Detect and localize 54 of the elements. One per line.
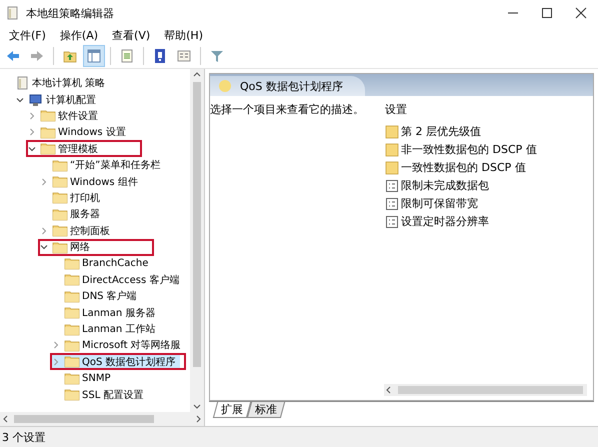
menu-item[interactable]: 帮助(H) [157, 28, 210, 42]
tree-item[interactable]: Windows 组件 [38, 174, 142, 190]
setting-icon [385, 196, 399, 210]
toolbar-button[interactable] [83, 45, 105, 67]
vertical-scrollbar[interactable] [190, 69, 204, 412]
tree-item[interactable]: QoS 数据包计划程序 [50, 354, 180, 370]
list-item[interactable]: 设置定时器分辨率 [385, 214, 537, 229]
back-arrow-icon [5, 48, 21, 64]
tree-item[interactable]: “开始”菜单和任务栏 [38, 158, 164, 173]
filter-icon [209, 48, 225, 64]
tree-item[interactable]: SNMP [50, 370, 114, 386]
tree-item[interactable]: 服务器 [38, 206, 104, 222]
tree-item[interactable]: 管理模板 [26, 141, 102, 156]
list-item[interactable]: 限制可保留带宽 [385, 196, 537, 211]
tree-item[interactable]: 计算机配置 [14, 92, 100, 108]
list-item[interactable]: 一致性数据包的 DSCP 值 [385, 160, 537, 175]
tree-pane-icon [86, 48, 102, 64]
column-header[interactable]: 设置 [385, 102, 537, 117]
menu-item[interactable]: 查看(V) [105, 28, 158, 42]
document-icon [16, 76, 30, 90]
list-item[interactable]: 限制未完成数据包 [385, 178, 537, 193]
tree-item[interactable]: Windows 设置 [26, 124, 130, 140]
app-icon [6, 6, 20, 20]
tree-item[interactable]: SSL 配置设置 [50, 387, 148, 402]
tree-item[interactable]: 本地计算机 策略 [2, 76, 110, 91]
forward-arrow-icon [29, 48, 45, 64]
tree-item[interactable]: Microsoft 对等网络服 [50, 338, 185, 353]
tree-item[interactable]: 网络 [38, 240, 94, 255]
view-tab[interactable]: 标准 [246, 402, 286, 418]
tree-item[interactable]: DirectAccess 客户端 [50, 272, 184, 288]
setting-icon [385, 178, 399, 192]
list-export-icon [119, 48, 135, 64]
tree-item[interactable]: 打印机 [38, 190, 104, 206]
tree-item[interactable]: 软件设置 [26, 108, 102, 124]
menu-item[interactable]: 文件(F) [2, 28, 53, 42]
horizontal-scrollbar[interactable] [384, 384, 587, 396]
tree-item[interactable]: Lanman 工作站 [50, 322, 160, 337]
horizontal-scrollbar[interactable] [0, 412, 204, 426]
computer-icon [28, 92, 44, 107]
help-book-icon [152, 48, 168, 64]
list-item[interactable]: 第 2 层优先级值 [385, 124, 537, 139]
tree-item[interactable]: BranchCache [50, 256, 152, 271]
tree-item[interactable]: 控制面板 [38, 223, 114, 238]
list-item[interactable]: 非一致性数据包的 DSCP 值 [385, 142, 537, 157]
view-tab[interactable]: 扩展 [212, 402, 252, 418]
panel-header: QoS 数据包计划程序 [210, 76, 365, 96]
tree-item[interactable]: Lanman 服务器 [50, 305, 160, 320]
setting-icon [385, 214, 399, 228]
menu-item[interactable]: 操作(A) [52, 28, 106, 42]
properties-icon [176, 48, 192, 64]
status-text: 3 个设置 [2, 430, 46, 444]
window-title: 本地组策略编辑器 [26, 6, 115, 20]
tree-item[interactable]: DNS 客户端 [50, 288, 141, 304]
description-text: 选择一个项目来查看它的描述。 [210, 102, 365, 118]
